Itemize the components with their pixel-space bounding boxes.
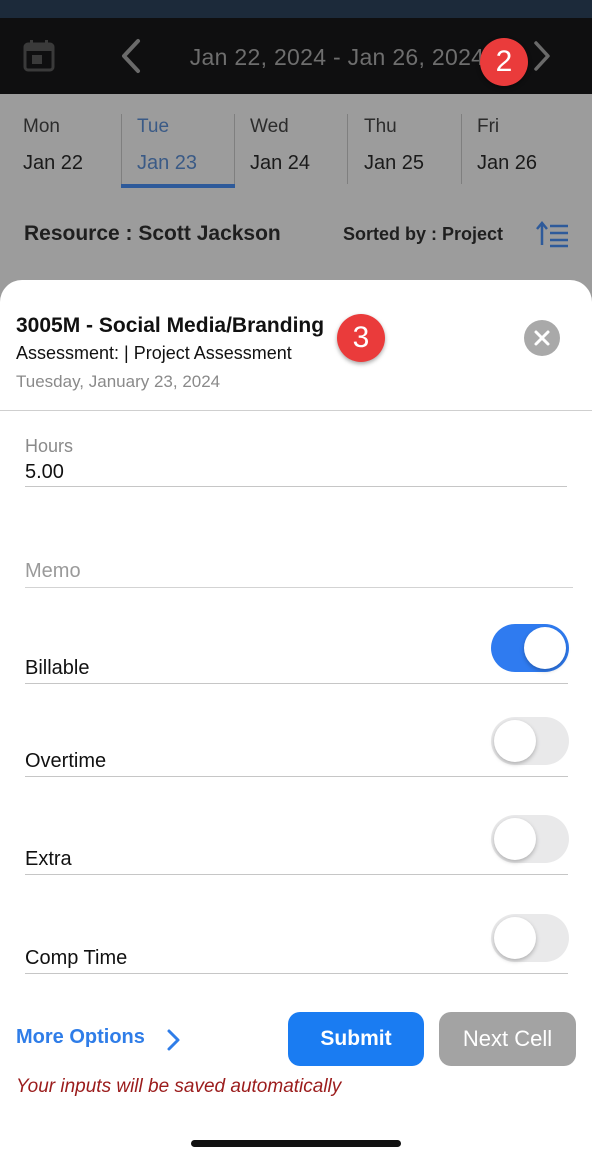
sheet-date: Tuesday, January 23, 2024 — [16, 372, 221, 391]
day-date: Jan 25 — [364, 152, 425, 174]
billable-toggle[interactable] — [491, 624, 569, 672]
extra-toggle[interactable] — [491, 815, 569, 863]
sort-label: Sorted by : Project — [343, 224, 504, 244]
sort-icon[interactable] — [535, 220, 569, 248]
day-name: Tue — [137, 116, 170, 137]
hours-field[interactable]: 5.00 — [25, 461, 64, 484]
day-name: Mon — [23, 116, 60, 137]
annotation-badge-3: 3 — [337, 314, 385, 362]
day-tab-fri[interactable]: Fri Jan 26 — [477, 112, 589, 188]
chevron-right-icon[interactable] — [165, 1028, 181, 1052]
billable-row: Billable — [25, 624, 569, 684]
day-divider — [461, 114, 462, 184]
sheet-subtitle: Assessment: | Project Assessment — [16, 343, 292, 363]
resource-label: Resource : Scott Jackson — [24, 222, 281, 245]
resource-row: Resource : Scott Jackson Sorted by : Pro… — [0, 214, 592, 254]
day-divider — [347, 114, 348, 184]
more-options-link[interactable]: More Options — [16, 1026, 145, 1049]
submit-button[interactable]: Submit — [288, 1012, 424, 1066]
overtime-label: Overtime — [25, 750, 107, 772]
overtime-row: Overtime — [25, 717, 569, 777]
day-tab-tue[interactable]: Tue Jan 23 — [137, 112, 249, 188]
extra-row: Extra — [25, 815, 569, 875]
day-divider — [234, 114, 235, 184]
date-range-label: Jan 22, 2024 - Jan 26, 2024 — [189, 44, 485, 70]
day-tab-wed[interactable]: Wed Jan 24 — [250, 112, 362, 188]
sheet-title: 3005M - Social Media/Branding — [16, 314, 325, 337]
comp-time-toggle[interactable] — [491, 914, 569, 962]
overtime-toggle[interactable] — [491, 717, 569, 765]
next-cell-button[interactable]: Next Cell — [439, 1012, 576, 1066]
extra-label: Extra — [25, 848, 72, 870]
day-name: Wed — [250, 116, 289, 137]
day-divider — [121, 114, 122, 184]
hours-underline — [25, 486, 567, 487]
day-date: Jan 24 — [250, 152, 311, 174]
chevron-right-icon[interactable] — [528, 38, 556, 74]
memo-field[interactable] — [25, 556, 573, 588]
comp-time-row: Comp Time — [25, 914, 569, 974]
selected-day-indicator — [121, 184, 235, 188]
day-tab-mon[interactable]: Mon Jan 22 — [23, 112, 135, 188]
billable-label: Billable — [25, 657, 90, 679]
chevron-left-icon[interactable] — [116, 38, 148, 74]
day-name: Thu — [364, 116, 397, 137]
annotation-badge-2: 2 — [480, 38, 528, 86]
home-indicator — [191, 1140, 401, 1147]
auto-save-note: Your inputs will be saved automatically — [16, 1076, 342, 1097]
header-divider — [0, 410, 592, 411]
time-entry-sheet: 3005M - Social Media/Branding Assessment… — [0, 280, 592, 1160]
day-date: Jan 26 — [477, 152, 538, 174]
day-date: Jan 23 — [137, 152, 198, 174]
comp-time-label: Comp Time — [25, 947, 128, 969]
close-icon[interactable] — [524, 320, 560, 356]
day-name: Fri — [477, 116, 500, 137]
day-tab-thu[interactable]: Thu Jan 25 — [364, 112, 476, 188]
hours-label: Hours — [25, 436, 74, 456]
calendar-icon[interactable] — [20, 37, 58, 75]
status-bar — [0, 0, 592, 18]
day-date: Jan 22 — [23, 152, 84, 174]
